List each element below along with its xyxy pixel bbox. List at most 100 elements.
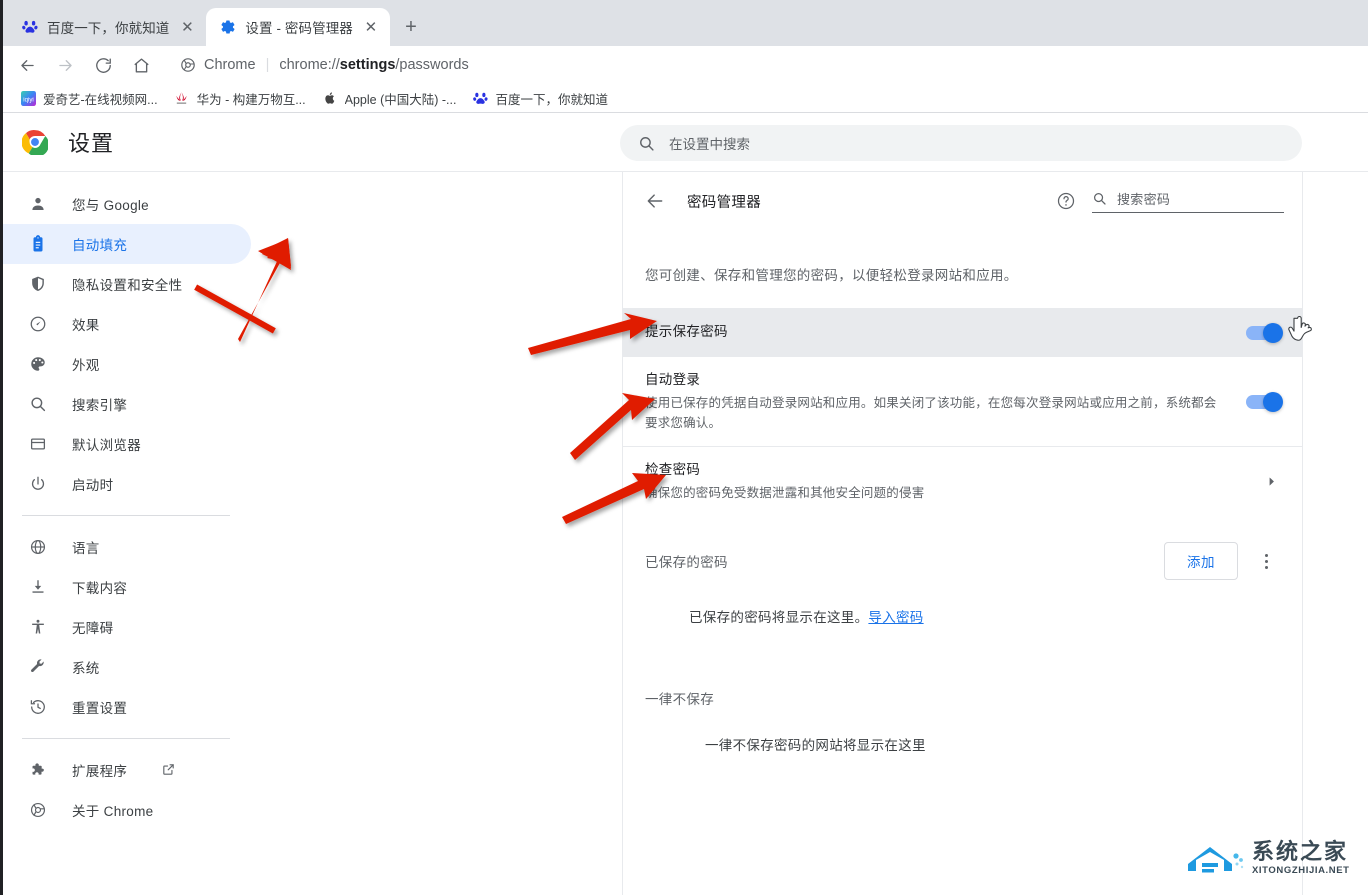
tab-title: 设置 - 密码管理器	[245, 17, 353, 37]
sidebar-item-label: 扩展程序	[72, 760, 127, 780]
house-logo	[1180, 834, 1246, 882]
browser-toolbar: Chrome | chrome://settings/passwords	[0, 46, 1368, 84]
sidebar-item-appearance[interactable]: 外观	[0, 344, 251, 384]
settings-sidebar: 您与 Google 自动填充 隐私设置和安全性 效果 外观	[0, 172, 252, 895]
toggle-offer-to-save-passwords[interactable]	[1246, 326, 1280, 340]
tab-title: 百度一下，你就知道	[47, 17, 169, 37]
sidebar-item-label: 语言	[72, 537, 100, 557]
password-manager-intro: 您可创建、保存和管理您的密码，以便轻松登录网站和应用。	[623, 230, 1302, 308]
sidebar-item-accessibility[interactable]: 无障碍	[0, 607, 251, 647]
omnibox-scheme-label: Chrome	[204, 57, 256, 73]
password-manager-card: 密码管理器 搜索密码 您可创建、保存和管理您的密码，以便轻松登录网站和应用。 提…	[622, 172, 1303, 895]
tab-settings-password-manager[interactable]: 设置 - 密码管理器 ✕	[206, 8, 390, 46]
browser-window: 百度一下，你就知道 ✕ 设置 - 密码管理器 ✕ + C	[0, 0, 1368, 895]
sidebar-item-extensions[interactable]: 扩展程序	[0, 750, 251, 790]
reload-icon[interactable]	[87, 49, 119, 81]
window-left-border	[0, 0, 3, 895]
saved-passwords-empty-note: 已保存的密码将显示在这里。导入密码	[645, 580, 1280, 626]
sidebar-item-privacy-security[interactable]: 隐私设置和安全性	[0, 264, 251, 304]
tab-baidu[interactable]: 百度一下，你就知道 ✕	[8, 8, 206, 46]
row-subtitle: 确保您的密码免受数据泄露和其他安全问题的侵害	[645, 483, 1225, 503]
forward-icon[interactable]	[49, 49, 81, 81]
more-options-icon[interactable]	[1252, 547, 1280, 575]
autofill-icon	[28, 234, 48, 254]
back-arrow-icon[interactable]	[645, 191, 665, 211]
bookmark-baidu[interactable]: 百度一下，你就知道	[464, 86, 616, 111]
address-bar[interactable]: Chrome | chrome://settings/passwords	[168, 51, 1360, 79]
person-icon	[28, 194, 48, 214]
chevron-right-icon[interactable]	[1262, 473, 1280, 491]
never-saved-section: 一律不保存 一律不保存密码的网站将显示在这里	[623, 626, 1302, 754]
sidebar-item-performance[interactable]: 效果	[0, 304, 251, 344]
sidebar-item-on-startup[interactable]: 启动时	[0, 464, 251, 504]
add-password-button[interactable]: 添加	[1164, 542, 1238, 580]
chrome-outline-icon	[180, 57, 196, 73]
back-icon[interactable]	[11, 49, 43, 81]
search-input[interactable]: 在设置中搜索	[620, 125, 1302, 161]
password-manager-title: 密码管理器	[687, 191, 1056, 212]
sidebar-item-reset-settings[interactable]: 重置设置	[0, 687, 251, 727]
omnibox-url: chrome://settings/passwords	[279, 57, 468, 73]
sidebar-item-label: 隐私设置和安全性	[72, 274, 182, 294]
sidebar-item-label: 无障碍	[72, 617, 113, 637]
row-title: 提示保存密码	[645, 322, 1222, 343]
baidu-icon	[22, 19, 38, 35]
sidebar-item-label: 您与 Google	[72, 194, 149, 214]
saved-passwords-empty-text: 已保存的密码将显示在这里。	[689, 610, 868, 625]
bookmark-iqiyi[interactable]: iqiyi 爱奇艺-在线视频网...	[12, 86, 166, 111]
bookmark-label: Apple (中国大陆) -...	[345, 89, 457, 108]
help-circle-icon[interactable]	[1056, 191, 1076, 211]
sidebar-item-label: 重置设置	[72, 697, 127, 717]
bookmark-label: 爱奇艺-在线视频网...	[43, 89, 158, 108]
browser-icon	[28, 434, 48, 454]
home-icon[interactable]	[125, 49, 157, 81]
row-offer-to-save-passwords[interactable]: 提示保存密码	[623, 308, 1302, 356]
row-title: 检查密码	[645, 460, 1262, 481]
sidebar-item-label: 效果	[72, 314, 100, 334]
tab-strip: 百度一下，你就知道 ✕ 设置 - 密码管理器 ✕ +	[0, 0, 1368, 46]
sidebar-divider	[22, 515, 230, 516]
row-title: 自动登录	[645, 370, 1222, 391]
row-text: 自动登录 使用已保存的凭据自动登录网站和应用。如果关闭了该功能，在您每次登录网站…	[645, 357, 1222, 446]
sidebar-item-languages[interactable]: 语言	[0, 527, 251, 567]
watermark-en: XITONGZHIJIA.NET	[1252, 865, 1350, 876]
sidebar-item-default-browser[interactable]: 默认浏览器	[0, 424, 251, 464]
chrome-logo	[22, 129, 48, 155]
sidebar-item-label: 关于 Chrome	[72, 800, 153, 820]
chrome-outline-icon	[28, 800, 48, 820]
saved-passwords-title: 已保存的密码	[645, 551, 1164, 571]
search-placeholder: 在设置中搜索	[669, 133, 750, 153]
sidebar-item-label: 系统	[72, 657, 100, 677]
saved-passwords-header: 已保存的密码 添加	[645, 542, 1280, 580]
toggle-auto-sign-in[interactable]	[1246, 395, 1280, 409]
close-icon[interactable]: ✕	[362, 18, 380, 36]
password-search-input[interactable]: 搜索密码	[1092, 189, 1284, 213]
bookmark-apple[interactable]: Apple (中国大陆) -...	[314, 86, 465, 111]
bookmarks-bar: iqiyi 爱奇艺-在线视频网... 华为 - 构建万物互... Apple (…	[0, 84, 1368, 112]
gear-icon	[220, 19, 236, 35]
restore-icon	[28, 697, 48, 717]
bookmark-huawei[interactable]: 华为 - 构建万物互...	[166, 86, 314, 111]
row-text: 检查密码 确保您的密码免受数据泄露和其他安全问题的侵害	[645, 447, 1262, 516]
row-check-passwords[interactable]: 检查密码 确保您的密码免受数据泄露和其他安全问题的侵害	[623, 446, 1302, 516]
new-tab-button[interactable]: +	[396, 12, 426, 42]
import-passwords-link[interactable]: 导入密码	[868, 610, 923, 625]
row-subtitle: 使用已保存的凭据自动登录网站和应用。如果关闭了该功能，在您每次登录网站或应用之前…	[645, 393, 1222, 433]
sidebar-item-downloads[interactable]: 下载内容	[0, 567, 251, 607]
bookmark-label: 华为 - 构建万物互...	[197, 89, 306, 108]
accessibility-icon	[28, 617, 48, 637]
watermark-cn: 系统之家	[1252, 840, 1348, 864]
sidebar-item-autofill[interactable]: 自动填充	[0, 224, 251, 264]
close-icon[interactable]: ✕	[178, 18, 196, 36]
sidebar-divider-2	[22, 738, 230, 739]
pointer-hand-cursor	[1288, 316, 1314, 350]
bookmark-label: 百度一下，你就知道	[495, 89, 608, 108]
row-auto-sign-in[interactable]: 自动登录 使用已保存的凭据自动登录网站和应用。如果关闭了该功能，在您每次登录网站…	[623, 356, 1302, 446]
never-saved-title: 一律不保存	[645, 688, 1280, 708]
svg-text:iqiyi: iqiyi	[23, 96, 33, 103]
sidebar-item-about-chrome[interactable]: 关于 Chrome	[0, 790, 251, 830]
sidebar-item-system[interactable]: 系统	[0, 647, 251, 687]
sidebar-item-you-and-google[interactable]: 您与 Google	[0, 184, 251, 224]
sidebar-item-label: 下载内容	[72, 577, 127, 597]
sidebar-item-search-engine[interactable]: 搜索引擎	[0, 384, 251, 424]
